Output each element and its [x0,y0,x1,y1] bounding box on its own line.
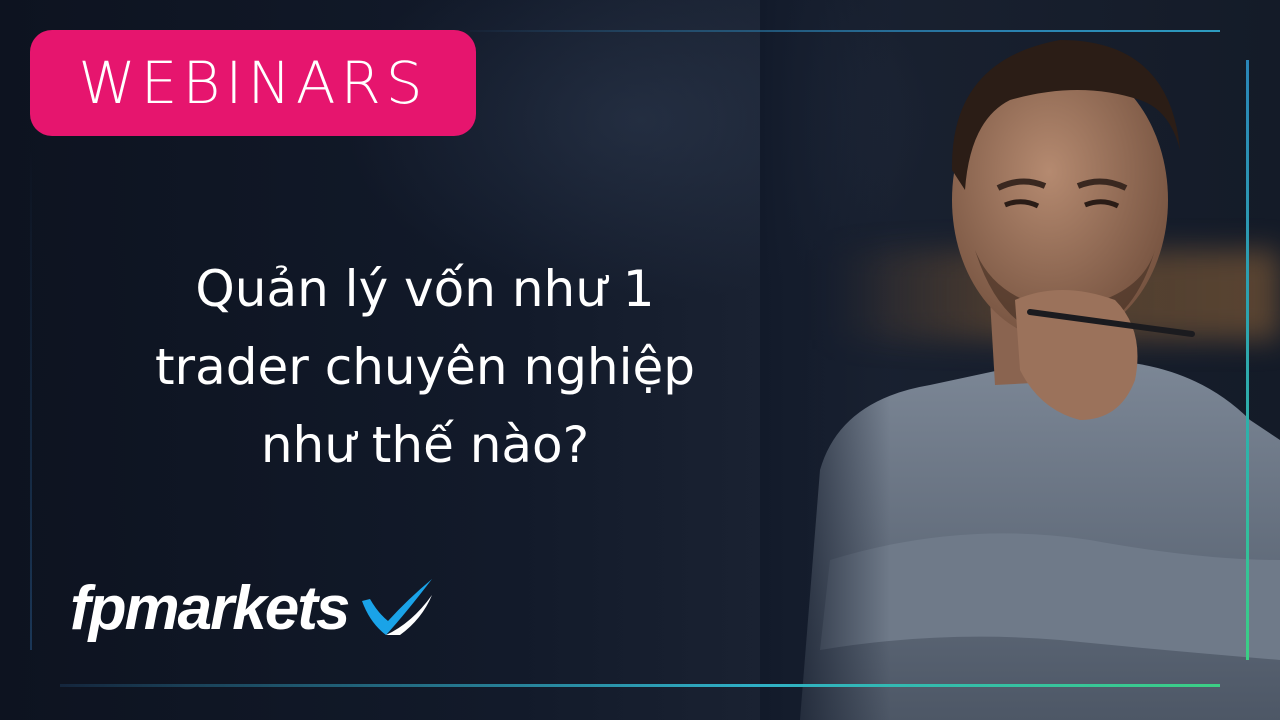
man-photo [760,0,1280,720]
checkmark-swoosh-icon [362,579,433,635]
headline-line-3: như thế nào? [260,416,590,474]
webinars-badge: WEBINARS [30,30,476,136]
frame-bottom-border [60,684,1220,687]
headline-line-1: Quản lý vốn như 1 [195,260,655,318]
brand-name: fpmarkets [70,573,350,643]
headline: Quản lý vốn như 1 trader chuyên nghiệp n… [40,250,810,484]
headline-line-2: trader chuyên nghiệp [154,338,696,396]
fpmarkets-logo[interactable]: fpmarkets [70,568,436,648]
webinars-label: WEBINARS [78,49,428,117]
frame-top-border [470,30,1220,32]
frame-left-border [30,150,32,650]
frame-right-border [1246,60,1249,660]
